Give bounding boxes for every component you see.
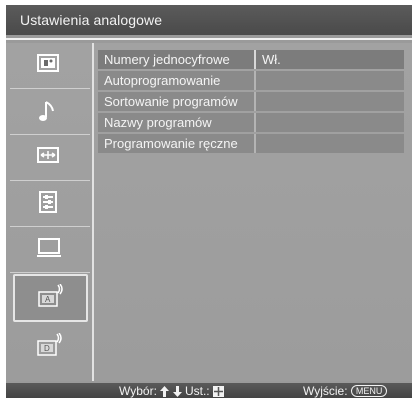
row-divider [254,50,256,69]
menu-item-value: Wł. [262,52,281,67]
setup-icon [39,191,57,213]
menu-item-auto-programming[interactable]: Autoprogramowanie [98,71,404,90]
menu-item-label: Autoprogramowanie [104,73,221,88]
sidebar-item-analog-setup[interactable]: A [13,274,88,322]
exit-label: Wyjście: [303,384,348,398]
category-sidebar: A D [10,43,90,381]
arrow-up-icon [160,386,170,397]
sidebar-item-screen[interactable] [10,135,90,181]
screen-icon [37,147,59,163]
menu-item-program-names[interactable]: Nazwy programów [98,113,404,132]
sidebar-item-digital-setup[interactable]: D [10,323,90,368]
menu-item-label: Numery jednocyfrowe [104,52,230,67]
digital-setup-icon: D [37,333,62,356]
page-title: Ustawienia analogowe [20,12,163,28]
row-divider [254,71,256,90]
confirm-label: Ust.: [184,384,210,398]
picture-icon [37,54,59,72]
menu-item-label: Programowanie ręczne [104,136,238,151]
navigation-hint: Wybór: Ust.: [119,384,224,398]
row-divider [254,134,256,153]
menu-item-single-digit-numbers[interactable]: Numery jednocyfrowe Wł. [98,50,404,69]
svg-text:A: A [45,295,51,304]
content-area: A D Numery jednocyfrowe Wł. Autoprogramo… [6,43,412,381]
menu-item-label: Nazwy programów [104,115,212,130]
select-label: Wybór: [119,384,157,398]
exit-hint: Wyjście: MENU [303,384,388,398]
sidebar-item-setup[interactable] [10,181,90,227]
menu-button-icon: MENU [350,385,388,397]
svg-text:D: D [44,344,50,353]
sidebar-item-sound[interactable] [10,89,90,135]
sound-icon [39,101,54,121]
pc-icon [37,238,61,257]
sidebar-divider [92,43,94,381]
footer-bar: Wybór: Ust.: Wyjście: MENU [6,383,412,398]
menu-item-label: Sortowanie programów [104,94,238,109]
row-divider [254,113,256,132]
menu-item-sort-programs[interactable]: Sortowanie programów [98,92,404,111]
arrow-down-icon [172,386,182,397]
analog-settings-screen: Ustawienia analogowe A D Numery jednocyf… [6,5,412,398]
sidebar-item-picture[interactable] [10,43,90,89]
analog-setup-icon: A [38,284,63,307]
title-bar: Ustawienia analogowe [6,5,412,35]
row-divider [254,92,256,111]
enter-button-icon [212,386,224,397]
title-divider [6,38,412,40]
sidebar-item-pc[interactable] [10,227,90,273]
menu-item-manual-programming[interactable]: Programowanie ręczne [98,134,404,153]
